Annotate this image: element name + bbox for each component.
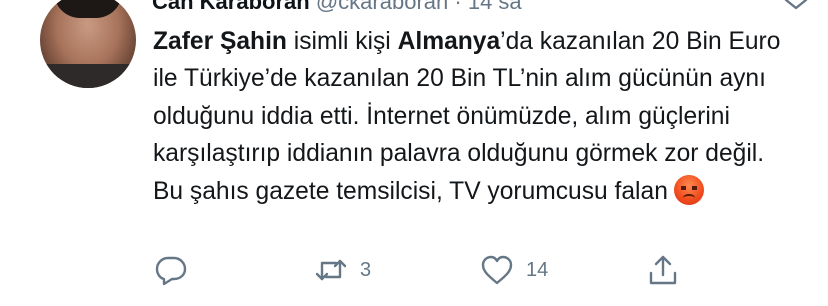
retweet-count: 3 — [360, 258, 372, 281]
share-icon — [649, 255, 677, 285]
chevron-down-icon[interactable] — [784, 0, 808, 10]
retweet-button[interactable]: 3 — [314, 250, 371, 290]
avatar-hair — [54, 0, 122, 18]
tweet-actions: 3 14 — [150, 250, 710, 290]
pouting-face-emoji — [673, 174, 704, 205]
share-button[interactable] — [646, 250, 680, 290]
author-handle[interactable]: @ckaraboran — [316, 0, 448, 14]
tweet-text: Zafer Şahin isimli kişi Almanya’da kazan… — [153, 23, 793, 210]
like-count: 14 — [526, 258, 549, 281]
tweet-time[interactable]: 14 sa — [468, 0, 522, 14]
tweet-header: Can Karaboran @ckaraboran · 14 sa — [152, 0, 522, 16]
reply-icon — [155, 256, 187, 286]
reply-button[interactable] — [154, 250, 200, 290]
mention-name: Zafer Şahin — [153, 28, 287, 55]
heart-icon — [481, 255, 513, 285]
avatar-shirt — [40, 64, 136, 88]
separator: · — [454, 0, 462, 14]
author-name[interactable]: Can Karaboran — [152, 0, 310, 14]
avatar[interactable] — [40, 0, 136, 88]
text-segment: isimli kişi — [286, 28, 398, 55]
like-button[interactable]: 14 — [480, 250, 548, 290]
retweet-icon — [315, 259, 347, 281]
country-name: Almanya — [397, 28, 501, 55]
